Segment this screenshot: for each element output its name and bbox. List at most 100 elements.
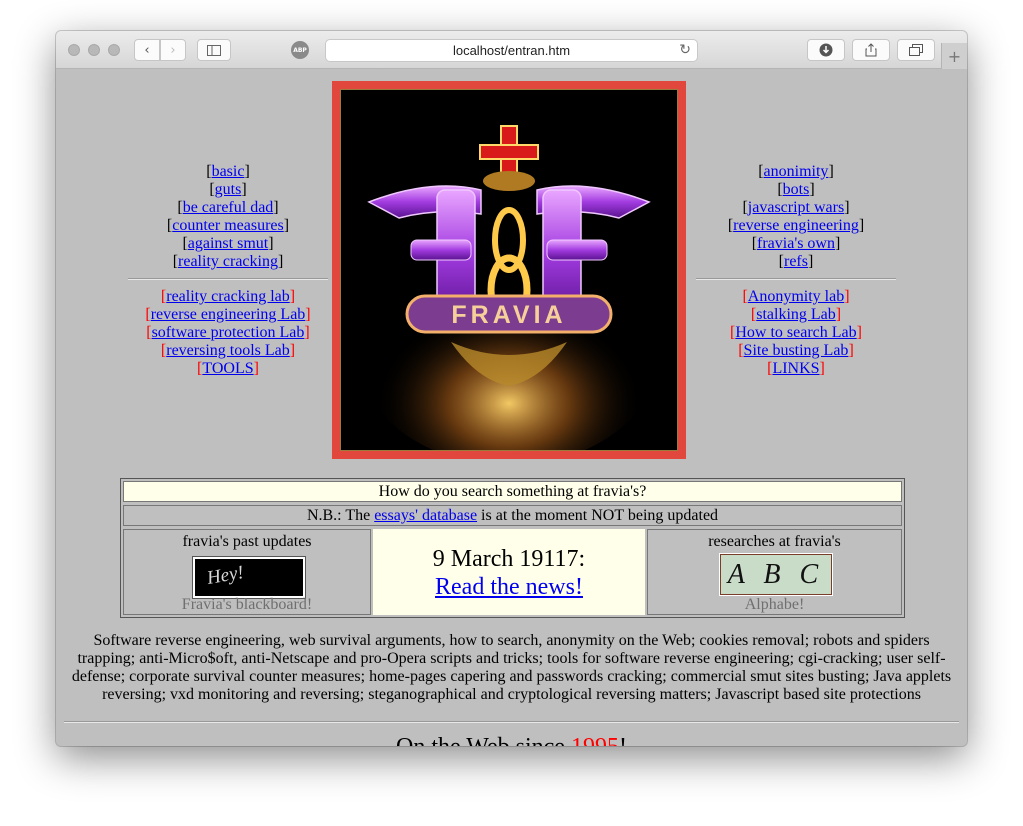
nav-link[interactable]: TOOLS (202, 360, 253, 377)
nav-item: [bots] (696, 181, 896, 199)
nav-link[interactable]: reality cracking (178, 253, 278, 270)
bracket-close: ] (277, 253, 284, 270)
nav-item: [Site busting Lab] (696, 342, 896, 360)
nav-item: [reverse engineering] (696, 217, 896, 235)
nav-link[interactable]: fravia's own (757, 235, 835, 252)
info-table: How do you search something at fravia's?… (120, 478, 905, 618)
bracket-close: ] (844, 199, 850, 216)
left-divider (128, 278, 328, 280)
bracket-close: ] (858, 217, 865, 234)
sidebar-icon (207, 44, 221, 56)
bracket-close: ] (834, 235, 841, 252)
alphabe-caption: Alphabe! (744, 596, 805, 613)
nav-item: [How to search Lab] (696, 324, 896, 342)
sidebar-button[interactable] (197, 39, 231, 61)
researches-title: researches at fravia's (708, 533, 841, 550)
nav-item: [be careful dad] (128, 199, 328, 217)
nav-link[interactable]: stalking Lab (756, 306, 836, 323)
page-content: [basic] [guts] [be careful dad] [counter me… (56, 69, 967, 746)
bracket-close: ] (244, 163, 250, 180)
zoom-window-button[interactable] (108, 44, 120, 56)
nav-link[interactable]: reverse engineering (733, 217, 859, 234)
nav-link[interactable]: be careful dad (183, 199, 274, 216)
news-date: 9 March 19117: (432, 546, 586, 572)
new-tab-button[interactable]: + (941, 43, 967, 69)
bracket-close: ] (809, 181, 815, 198)
nav-item: [against smut] (128, 235, 328, 253)
past-updates-cell: fravia's past updates Hey! Fravia's blac… (123, 529, 371, 615)
right-lab-links: [Anonymity lab] [stalking Lab] [How to sea… (696, 288, 896, 378)
nav-link[interactable]: reality cracking lab (166, 288, 290, 305)
on-the-web-since: On the Web since 1995! (56, 734, 967, 746)
blackboard-button[interactable]: Hey! (192, 556, 306, 599)
nav-item: [reality cracking] (128, 253, 328, 271)
search-question-cell[interactable]: How do you search something at fravia's? (123, 481, 902, 502)
forward-button[interactable]: › (160, 39, 186, 61)
right-topic-links: [anonimity] [bots] [javascript wars] [rever… (696, 163, 896, 271)
left-topic-links: [basic] [guts] [be careful dad] [counter me… (128, 163, 328, 271)
nb-prefix: N.B.: The (306, 507, 375, 524)
download-icon (819, 43, 833, 57)
nb-suffix: is at the moment NOT being updated (477, 507, 719, 524)
bracket-close: ] (856, 324, 862, 341)
nav-link[interactable]: Site busting Lab (744, 342, 849, 359)
nav-item: [counter measures] (128, 217, 328, 235)
abc-label: A B C (727, 558, 825, 590)
bracket-close: ] (289, 288, 296, 305)
nav-item: [software protection Lab] (128, 324, 328, 342)
nav-link[interactable]: basic (212, 163, 245, 180)
nav-link[interactable]: LINKS (772, 360, 819, 377)
close-window-button[interactable] (68, 44, 80, 56)
read-news-link[interactable]: Read the news! (373, 573, 645, 601)
nav-link[interactable]: javascript wars (748, 199, 844, 216)
nb-notice: N.B.: The essays' database is at the mom… (123, 505, 902, 526)
minimize-window-button[interactable] (88, 44, 100, 56)
url-text: localhost/entran.htm (452, 43, 571, 58)
nav-link[interactable]: reverse engineering Lab (151, 306, 306, 323)
alphabe-button[interactable]: A B C (719, 553, 833, 596)
nav-item: [reverse engineering Lab] (128, 306, 328, 324)
nav-link[interactable]: bots (783, 181, 810, 198)
share-icon (865, 43, 877, 57)
tabs-overview-button[interactable] (897, 39, 935, 61)
tabs-icon (909, 44, 923, 56)
bracket-close: ] (828, 163, 834, 180)
nav-item: [stalking Lab] (696, 306, 896, 324)
bracket-close: ] (283, 217, 290, 234)
search-question[interactable]: How do you search something at fravia's? (379, 483, 647, 500)
downloads-button[interactable] (807, 39, 845, 61)
reload-icon[interactable]: ↻ (679, 42, 691, 58)
nav-link[interactable]: refs (784, 253, 808, 270)
nav-link[interactable]: guts (215, 181, 242, 198)
essays-database-link[interactable]: essays' database (374, 507, 477, 524)
nav-link[interactable]: How to search Lab (735, 324, 856, 341)
nav-link[interactable]: anonimity (764, 163, 829, 180)
nav-item: [Anonymity lab] (696, 288, 896, 306)
bracket-close: ] (807, 253, 814, 270)
past-updates-title: fravia's past updates (182, 533, 312, 550)
nav-item: [reversing tools Lab] (128, 342, 328, 360)
share-button[interactable] (852, 39, 890, 61)
since-year: 1995 (571, 734, 619, 746)
bracket-close: ] (835, 306, 842, 323)
news-cell: 9 March 19117: Read the news! (373, 529, 645, 615)
researches-cell: researches at fravia's A B C Alphabe! (647, 529, 902, 615)
nav-link[interactable]: reversing tools Lab (166, 342, 290, 359)
nav-link[interactable]: software protection Lab (152, 324, 305, 341)
chevron-left-icon: ‹ (144, 42, 150, 58)
bracket-close: ] (289, 342, 296, 359)
nav-link[interactable]: Anonymity lab (748, 288, 844, 305)
bracket-close: ] (304, 324, 310, 341)
site-description: Software reverse engineering, web surviv… (71, 632, 952, 703)
address-bar[interactable]: localhost/entran.htm ↻ (325, 39, 698, 62)
fravia-emblem-icon: FRAVIA (341, 90, 677, 465)
adblock-icon[interactable]: ABP (291, 41, 309, 59)
since-prefix: On the Web since (396, 734, 571, 746)
nav-link[interactable]: against smut (188, 235, 268, 252)
back-button[interactable]: ‹ (134, 39, 160, 61)
nav-link[interactable]: counter measures (172, 217, 284, 234)
left-lab-links: [reality cracking lab] [reverse engineeri… (128, 288, 328, 378)
nav-item: [javascript wars] (696, 199, 896, 217)
chevron-right-icon: › (170, 42, 176, 58)
nav-item: [anonimity] (696, 163, 896, 181)
